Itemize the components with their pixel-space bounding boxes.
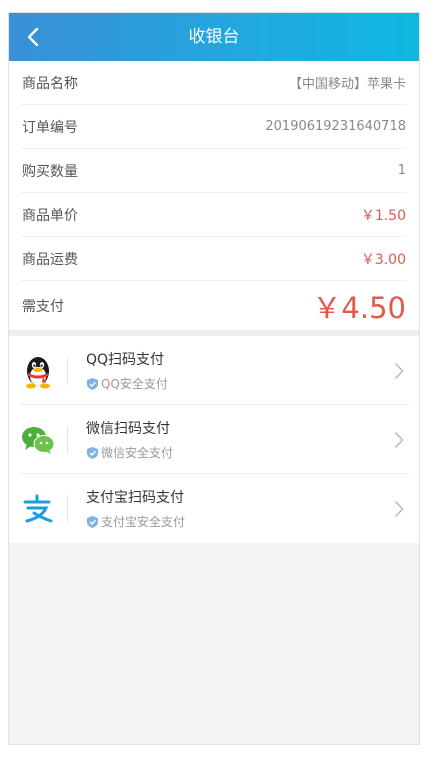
divider bbox=[67, 356, 68, 385]
product-name-value: 【中国移动】苹果卡 bbox=[288, 77, 406, 92]
total-label: 需支付 bbox=[22, 298, 64, 315]
wechat-icon bbox=[9, 425, 67, 455]
wechat-pay-name: 微信扫码支付 bbox=[86, 421, 170, 437]
shield-icon bbox=[87, 515, 98, 528]
wechat-pay-option[interactable]: 微信扫码支付 微信安全支付 bbox=[9, 405, 419, 474]
unit-price-label: 商品单价 bbox=[22, 207, 78, 224]
wechat-pay-subtitle: 微信安全支付 bbox=[101, 446, 174, 460]
alipay-option[interactable]: 支付宝扫码支付 支付宝安全支付 bbox=[9, 474, 419, 543]
unit-price-value: ￥1.50 bbox=[360, 207, 406, 224]
divider bbox=[67, 494, 68, 523]
alipay-subtitle: 支付宝安全支付 bbox=[101, 515, 186, 529]
order-number-row: 订单编号 20190619231640718 bbox=[22, 105, 406, 149]
divider bbox=[67, 425, 68, 454]
page-title: 收银台 bbox=[188, 27, 240, 47]
quantity-label: 购买数量 bbox=[22, 163, 78, 180]
chevron-right-icon bbox=[387, 362, 411, 380]
order-number-label: 订单编号 bbox=[22, 119, 78, 136]
shield-icon bbox=[87, 377, 98, 390]
total-value: ￥4.50 bbox=[312, 290, 406, 325]
qq-pay-subtitle: QQ安全支付 bbox=[101, 377, 168, 391]
unit-price-row: 商品单价 ￥1.50 bbox=[22, 193, 406, 237]
cashier-page: 收银台 商品名称 【中国移动】苹果卡 订单编号 2019061923164071… bbox=[8, 12, 420, 745]
total-row: 需支付 ￥4.50 bbox=[22, 281, 406, 330]
chevron-right-icon bbox=[387, 431, 411, 449]
alipay-icon bbox=[9, 494, 67, 524]
product-name-label: 商品名称 bbox=[22, 75, 78, 92]
order-info: 商品名称 【中国移动】苹果卡 订单编号 20190619231640718 购买… bbox=[9, 61, 419, 330]
header: 收银台 bbox=[9, 13, 419, 61]
shipping-row: 商品运费 ￥3.00 bbox=[22, 237, 406, 281]
qq-pay-name: QQ扫码支付 bbox=[86, 352, 165, 368]
payment-methods: QQ扫码支付 QQ安全支付 微信扫码支付 微信安全支付 支付宝扫码支付 支付宝安… bbox=[9, 336, 419, 543]
shipping-value: ￥3.00 bbox=[360, 251, 406, 268]
shield-icon bbox=[87, 446, 98, 459]
chevron-right-icon bbox=[387, 500, 411, 518]
qq-pay-option[interactable]: QQ扫码支付 QQ安全支付 bbox=[9, 336, 419, 405]
order-number-value: 20190619231640718 bbox=[265, 119, 406, 134]
alipay-name: 支付宝扫码支付 bbox=[86, 490, 184, 506]
shipping-label: 商品运费 bbox=[22, 251, 78, 268]
quantity-row: 购买数量 1 bbox=[22, 149, 406, 193]
quantity-value: 1 bbox=[397, 163, 406, 178]
product-name-row: 商品名称 【中国移动】苹果卡 bbox=[22, 61, 406, 105]
qq-icon bbox=[9, 352, 67, 390]
